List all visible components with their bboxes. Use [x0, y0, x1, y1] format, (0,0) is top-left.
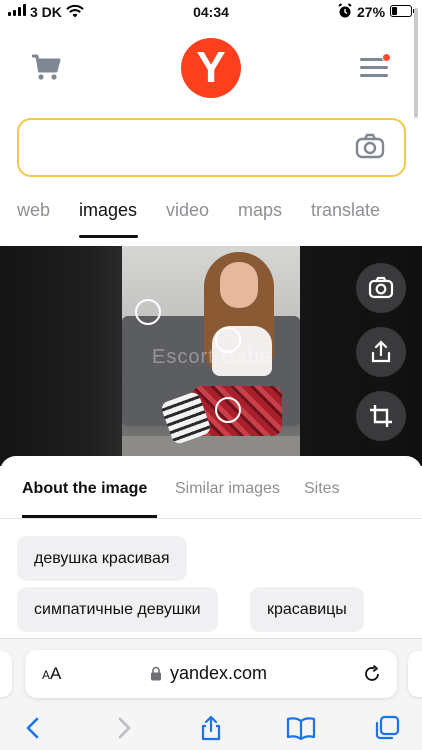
- bookmarks-icon[interactable]: [286, 715, 316, 741]
- notification-dot: [382, 53, 391, 62]
- search-tabs: web images video maps translate: [0, 192, 422, 242]
- tab-about-image[interactable]: About the image: [22, 480, 147, 498]
- page-scrollbar[interactable]: [414, 8, 418, 118]
- query-chip[interactable]: девушка красивая: [17, 536, 187, 581]
- back-icon[interactable]: [21, 715, 47, 741]
- battery-percent: 27%: [357, 4, 386, 20]
- tab-video[interactable]: video: [166, 200, 209, 221]
- share-button[interactable]: [356, 327, 406, 377]
- tab-images[interactable]: images: [79, 200, 137, 221]
- object-spot[interactable]: [215, 397, 241, 423]
- tab-sites[interactable]: Sites: [304, 480, 340, 498]
- share-icon: [371, 340, 391, 363]
- active-tab-indicator: [79, 235, 138, 238]
- status-bar: 3 DK 04:34 27%: [0, 0, 422, 26]
- alarm-icon: [338, 3, 352, 18]
- camera-search-icon[interactable]: [355, 132, 385, 160]
- next-tab-peek[interactable]: [408, 651, 422, 697]
- reload-icon[interactable]: [361, 663, 383, 685]
- battery-icon: [390, 5, 415, 17]
- share-icon[interactable]: [198, 715, 224, 741]
- divider: [0, 518, 422, 519]
- safari-toolbar: AA yandex.com: [0, 638, 422, 750]
- forward-icon[interactable]: [110, 715, 136, 741]
- main-photo[interactable]: Escort Babe: [122, 246, 300, 466]
- image-watermark: Escort Babe: [152, 346, 272, 368]
- address-bar[interactable]: AA yandex.com: [25, 650, 397, 698]
- object-spot[interactable]: [135, 299, 161, 325]
- yandex-logo[interactable]: Y: [181, 38, 241, 98]
- query-chip[interactable]: красавицы: [250, 587, 364, 632]
- tab-similar-images[interactable]: Similar images: [175, 480, 280, 498]
- search-input[interactable]: [17, 118, 406, 177]
- tab-translate[interactable]: translate: [311, 200, 380, 221]
- cart-icon[interactable]: [30, 52, 62, 82]
- crop-icon: [370, 405, 392, 427]
- lock-icon: [151, 666, 161, 681]
- image-info-sheet: About the image Similar images Sites дев…: [0, 456, 422, 646]
- url-text[interactable]: yandex.com: [170, 663, 267, 684]
- query-chip[interactable]: симпатичные девушки: [17, 587, 218, 632]
- tab-maps[interactable]: maps: [238, 200, 282, 221]
- tabs-icon[interactable]: [374, 715, 400, 741]
- previous-tab-peek[interactable]: [0, 651, 12, 697]
- reader-settings-button[interactable]: AA: [42, 664, 61, 684]
- camera-icon: [368, 276, 394, 299]
- crop-button[interactable]: [356, 391, 406, 441]
- tab-web[interactable]: web: [17, 200, 50, 221]
- camera-search-button[interactable]: [356, 263, 406, 313]
- object-spot[interactable]: [215, 327, 241, 353]
- previous-image[interactable]: [0, 246, 122, 466]
